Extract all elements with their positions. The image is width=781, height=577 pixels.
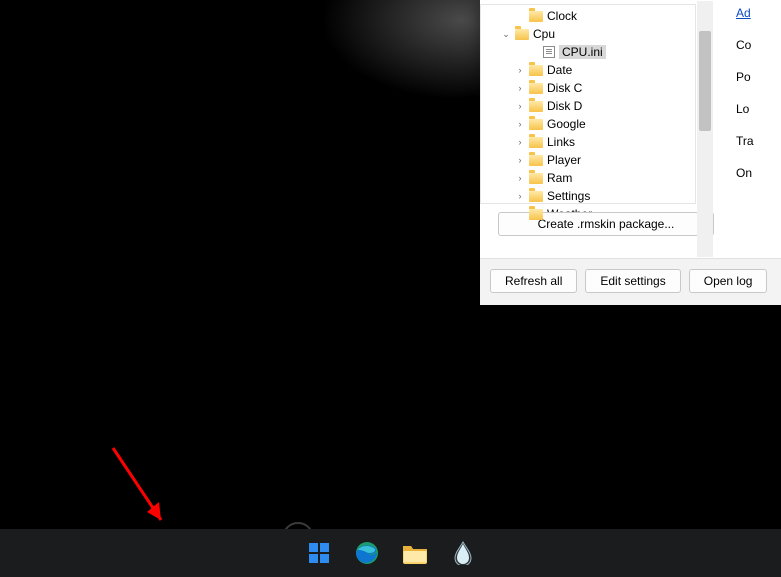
- tree-item-label: Settings: [547, 189, 590, 203]
- tree-item-label: Disk D: [547, 99, 582, 113]
- tree-folder-item[interactable]: Clock: [481, 7, 695, 25]
- tree-item-label: Google: [547, 117, 586, 131]
- refresh-all-button[interactable]: Refresh all: [490, 269, 577, 293]
- rainmeter-manage-dialog: Clock ⌄ Cpu CPU.ini › Date › Disk C › Disk D › Goog…: [480, 0, 781, 305]
- tree-folder-item[interactable]: ⌄ Cpu: [481, 25, 695, 43]
- chevron-down-icon[interactable]: ⌄: [501, 29, 511, 40]
- start-button[interactable]: [299, 533, 339, 573]
- skins-tree-panel: Clock ⌄ Cpu CPU.ini › Date › Disk C › Disk D › Goog…: [480, 0, 714, 258]
- chevron-right-icon[interactable]: ›: [515, 83, 525, 93]
- chevron-right-icon[interactable]: ›: [515, 191, 525, 201]
- ini-file-icon: [543, 46, 555, 58]
- tree-scrollbar[interactable]: [697, 1, 713, 257]
- tree-scrollbar-thumb[interactable]: [699, 31, 711, 131]
- chevron-right-icon[interactable]: ›: [515, 155, 525, 165]
- windows-icon: [308, 542, 330, 564]
- folder-icon: [529, 137, 543, 148]
- prop-row: Po: [736, 70, 781, 84]
- tree-folder-item[interactable]: › Settings: [481, 187, 695, 205]
- tree-item-label: Disk C: [547, 81, 582, 95]
- tree-item-label: Links: [547, 135, 575, 149]
- edit-settings-button[interactable]: Edit settings: [585, 269, 680, 293]
- chevron-right-icon[interactable]: ›: [515, 65, 525, 75]
- tree-folder-item[interactable]: › Ram: [481, 169, 695, 187]
- side-properties: Ad Co Po Lo Tra On: [714, 0, 781, 258]
- folder-icon: [529, 11, 543, 22]
- tree-folder-item[interactable]: › Disk C: [481, 79, 695, 97]
- folder-icon: [402, 542, 428, 564]
- tree-folder-item[interactable]: › Player: [481, 151, 695, 169]
- chevron-right-icon[interactable]: ›: [515, 101, 525, 111]
- tree-item-label: Clock: [547, 9, 577, 23]
- folder-icon: [529, 83, 543, 94]
- tree-folder-item[interactable]: › Disk D: [481, 97, 695, 115]
- edge-icon: [355, 541, 379, 565]
- prop-row: On: [736, 166, 781, 180]
- folder-icon: [515, 29, 529, 40]
- folder-icon: [529, 209, 543, 220]
- taskbar-app-edge[interactable]: [347, 533, 387, 573]
- folder-icon: [529, 119, 543, 130]
- chevron-right-icon[interactable]: ›: [515, 119, 525, 129]
- tree-item-label: Date: [547, 63, 572, 77]
- taskbar-app-rainmeter[interactable]: [443, 533, 483, 573]
- tree-item-label: Ram: [547, 171, 572, 185]
- skins-tree[interactable]: Clock ⌄ Cpu CPU.ini › Date › Disk C › Disk D › Goog…: [480, 4, 696, 204]
- prop-row: Co: [736, 38, 781, 52]
- tree-folder-item[interactable]: › Google: [481, 115, 695, 133]
- open-log-button[interactable]: Open log: [689, 269, 768, 293]
- prop-row: Tra: [736, 134, 781, 148]
- taskbar-app-explorer[interactable]: [395, 533, 435, 573]
- tree-folder-item[interactable]: › Links: [481, 133, 695, 151]
- prop-row: Lo: [736, 102, 781, 116]
- tree-item-label: Cpu: [533, 27, 555, 41]
- tree-folder-item[interactable]: › Date: [481, 61, 695, 79]
- dialog-bottom-bar: Refresh all Edit settings Open log: [480, 259, 781, 305]
- chevron-right-icon[interactable]: ›: [515, 137, 525, 147]
- folder-icon: [529, 173, 543, 184]
- tree-item-label: CPU.ini: [559, 45, 606, 59]
- folder-icon: [529, 101, 543, 112]
- taskbar: [0, 529, 781, 577]
- active-skins-link[interactable]: Ad: [736, 6, 781, 20]
- tree-item-label: Player: [547, 153, 581, 167]
- raindrop-icon: [454, 541, 472, 565]
- tree-file-item[interactable]: CPU.ini: [481, 43, 695, 61]
- folder-icon: [529, 65, 543, 76]
- folder-icon: [529, 155, 543, 166]
- folder-icon: [529, 191, 543, 202]
- chevron-right-icon[interactable]: ›: [515, 173, 525, 183]
